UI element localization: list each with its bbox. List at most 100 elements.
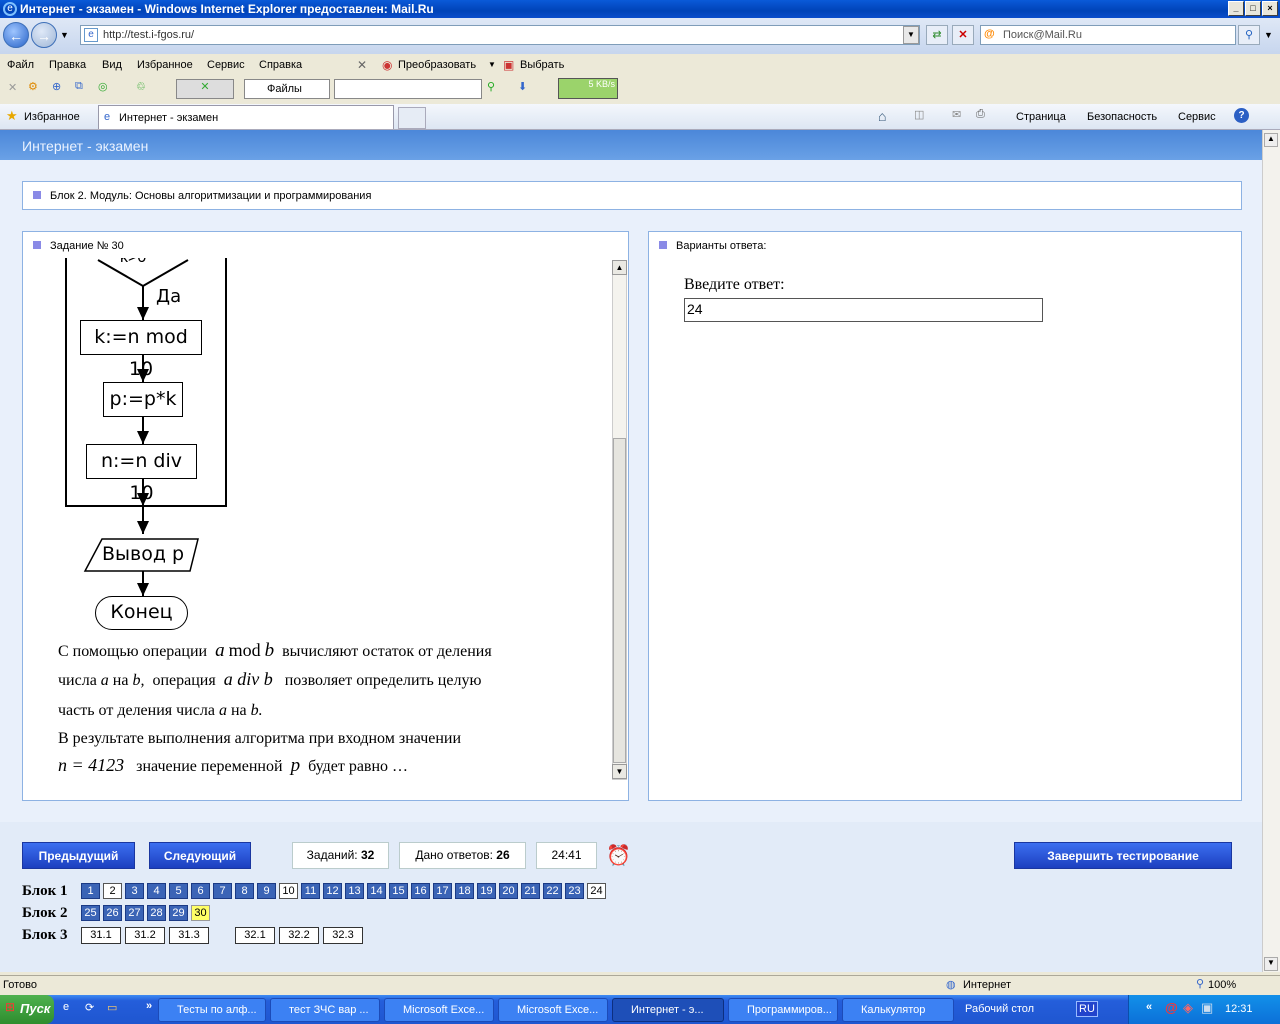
back-button[interactable]: ← (3, 22, 29, 48)
menu-tools[interactable]: Сервис (207, 59, 245, 71)
search-options-icon[interactable]: ▼ (1264, 30, 1273, 40)
tab-current[interactable]: Интернет - экзамен (98, 105, 394, 129)
question-button[interactable]: 25 (81, 905, 100, 921)
question-button[interactable]: 9 (257, 883, 276, 899)
question-button[interactable]: 27 (125, 905, 144, 921)
favorites-button[interactable]: Избранное (24, 111, 80, 123)
taskbar-item[interactable]: Microsoft Exce... (384, 998, 494, 1022)
question-button[interactable]: 31.2 (125, 927, 165, 944)
page-scrollbar[interactable] (1262, 130, 1280, 972)
files-select[interactable]: Файлы (244, 79, 330, 99)
question-button[interactable]: 17 (433, 883, 452, 899)
tray-expand-icon[interactable]: « (1146, 1001, 1152, 1013)
previous-button[interactable]: Предыдущий (22, 842, 135, 869)
question-button[interactable]: 15 (389, 883, 408, 899)
page-scroll-up[interactable]: ▲ (1264, 133, 1278, 147)
toolbar-icon-2[interactable]: ⊕ (52, 80, 61, 93)
tray-mail-icon[interactable]: @ (1165, 1000, 1178, 1015)
menu-edit[interactable]: Правка (49, 59, 86, 71)
question-button[interactable]: 14 (367, 883, 386, 899)
download-icon[interactable]: ⬇ (518, 80, 527, 93)
minimize-button[interactable]: _ (1228, 1, 1244, 16)
address-dropdown-icon[interactable]: ▼ (903, 26, 919, 44)
question-button[interactable]: 29 (169, 905, 188, 921)
menu-help[interactable]: Справка (259, 59, 302, 71)
service-menu[interactable]: Сервис (1178, 111, 1216, 123)
menu-favorites[interactable]: Избранное (137, 59, 193, 71)
maximize-button[interactable]: □ (1245, 1, 1261, 16)
history-dropdown-icon[interactable]: ▼ (60, 30, 69, 40)
question-button[interactable]: 2 (103, 883, 122, 899)
close-button[interactable]: × (1262, 1, 1278, 16)
question-button[interactable]: 13 (345, 883, 364, 899)
answer-input[interactable]: 24 (684, 298, 1043, 322)
question-button[interactable]: 20 (499, 883, 518, 899)
quicklaunch-ie-icon[interactable]: e (63, 1001, 69, 1013)
menu-file[interactable]: Файл (7, 59, 34, 71)
page-scroll-down[interactable]: ▼ (1264, 957, 1278, 971)
taskbar-item[interactable]: Программиров... (728, 998, 838, 1022)
question-button[interactable]: 31.3 (169, 927, 209, 944)
new-tab-button[interactable] (398, 107, 426, 129)
toolbar-close-icon[interactable]: ✕ (8, 81, 17, 94)
question-button[interactable]: 8 (235, 883, 254, 899)
toolbar-search-icon[interactable]: ⚲ (487, 80, 495, 93)
question-button[interactable]: 22 (543, 883, 562, 899)
tray-antivirus-icon[interactable]: ◈ (1183, 1000, 1193, 1016)
question-button[interactable]: 23 (565, 883, 584, 899)
page-menu[interactable]: Страница (1016, 111, 1066, 123)
print-icon[interactable]: ⎙ (976, 108, 985, 121)
toolbar-cursor-button[interactable]: ✕ (176, 79, 234, 99)
finish-test-button[interactable]: Завершить тестирование (1014, 842, 1232, 869)
question-button[interactable]: 12 (323, 883, 342, 899)
home-icon[interactable]: ⌂ (878, 108, 886, 124)
question-button[interactable]: 26 (103, 905, 122, 921)
toolbar-icon-3[interactable]: ⧉ (75, 80, 83, 93)
task-scroll-thumb[interactable] (613, 438, 626, 763)
help-icon[interactable]: ? (1234, 108, 1249, 123)
question-button[interactable]: 32.2 (279, 927, 319, 944)
language-indicator[interactable]: RU (1076, 1001, 1098, 1017)
quicklaunch-folder-icon[interactable]: ▭ (107, 1001, 117, 1014)
question-button[interactable]: 3 (125, 883, 144, 899)
question-button[interactable]: 5 (169, 883, 188, 899)
question-button[interactable]: 6 (191, 883, 210, 899)
convert-button[interactable]: Преобразовать (398, 59, 476, 71)
refresh-icon[interactable]: ⇄ (926, 25, 948, 45)
menu-view[interactable]: Вид (102, 59, 122, 71)
next-button[interactable]: Следующий (149, 842, 251, 869)
mail-icon[interactable]: ✉ (952, 108, 961, 121)
question-button[interactable]: 28 (147, 905, 166, 921)
question-button[interactable]: 1 (81, 883, 100, 899)
question-button[interactable]: 30 (191, 905, 210, 921)
question-button[interactable]: 16 (411, 883, 430, 899)
convert-dropdown-icon[interactable]: ▼ (488, 60, 496, 69)
question-button[interactable]: 11 (301, 883, 320, 899)
taskbar-item[interactable]: Калькулятор (842, 998, 954, 1022)
taskbar-item[interactable]: тест ЗЧС вар ... (270, 998, 380, 1022)
question-button[interactable]: 19 (477, 883, 496, 899)
toolbar-icon-5[interactable]: ♲ (136, 80, 146, 93)
search-icon[interactable]: ⚲ (1238, 25, 1260, 45)
question-button[interactable]: 32.3 (323, 927, 363, 944)
task-scroll-down[interactable]: ▼ (612, 764, 627, 779)
toolbar-combo[interactable] (334, 79, 482, 99)
select-button[interactable]: Выбрать (520, 59, 564, 71)
question-button[interactable]: 21 (521, 883, 540, 899)
question-button[interactable]: 18 (455, 883, 474, 899)
feeds-icon[interactable]: ◫ (914, 108, 924, 121)
question-button[interactable]: 32.1 (235, 927, 275, 944)
tray-network-icon[interactable]: ▣ (1201, 1000, 1213, 1016)
address-bar[interactable]: http://test.i-fgos.ru/ (80, 25, 920, 45)
question-button[interactable]: 31.1 (81, 927, 121, 944)
desktop-toolbar[interactable]: Рабочий стол (965, 1003, 1034, 1015)
zoom-level[interactable]: 100% (1208, 979, 1236, 991)
question-button[interactable]: 7 (213, 883, 232, 899)
question-button[interactable]: 4 (147, 883, 166, 899)
toolbar-icon-4[interactable]: ◎ (98, 80, 108, 93)
question-button[interactable]: 10 (279, 883, 298, 899)
close-menu-icon[interactable]: ✕ (357, 58, 367, 72)
task-scroll-up[interactable]: ▲ (612, 260, 627, 275)
taskbar-item[interactable]: Тесты по алф... (158, 998, 266, 1022)
quicklaunch-more-icon[interactable]: » (146, 1000, 152, 1012)
